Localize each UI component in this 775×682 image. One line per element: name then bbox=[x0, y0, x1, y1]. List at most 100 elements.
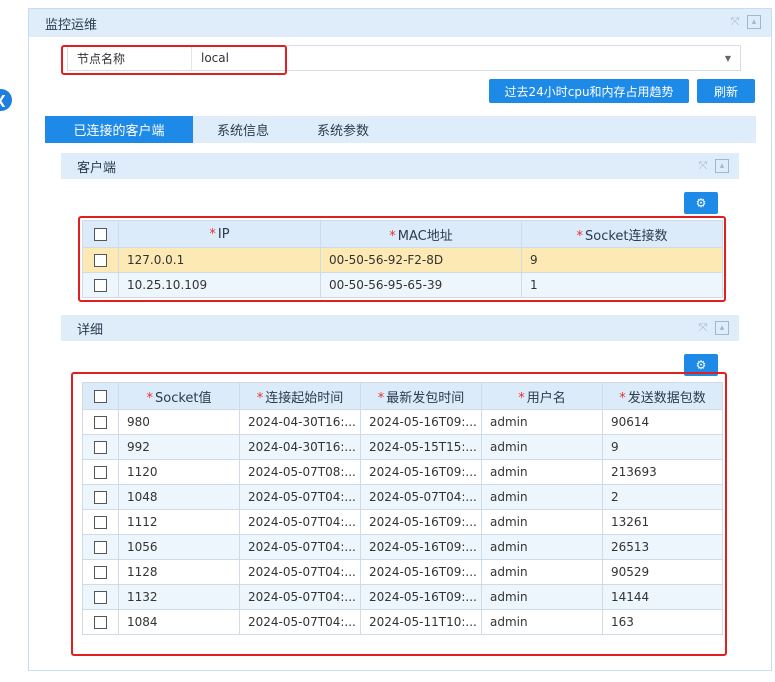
chevron-down-icon[interactable]: ▼ bbox=[716, 54, 740, 63]
socket-value-cell: 1048 bbox=[118, 484, 240, 510]
table-row[interactable]: 1128 2024-05-07T04:... 2024-05-16T09:... ad… bbox=[82, 559, 723, 585]
clients-header-row: * IP * MAC地址 * Socket连接数 bbox=[82, 220, 723, 248]
packets-sent-cell: 9 bbox=[602, 434, 723, 460]
socket-value-cell: 1056 bbox=[118, 534, 240, 560]
last-packet-time-cell: 2024-05-16T09:... bbox=[360, 559, 482, 585]
username-cell: admin bbox=[481, 534, 603, 560]
gear-icon: ⚙ bbox=[695, 358, 707, 372]
row-checkbox[interactable] bbox=[94, 254, 107, 267]
details-section-header: 详细 ⤧ ▴ bbox=[61, 315, 739, 341]
minimize-icon[interactable]: ▴ bbox=[715, 321, 729, 335]
select-all-checkbox-cell[interactable] bbox=[82, 382, 119, 410]
details-table: * Socket值 * 连接起始时间 * 最新发包时间 * 用户名 * 发送数据包数 98… bbox=[82, 382, 723, 635]
select-all-checkbox[interactable] bbox=[94, 227, 107, 241]
row-checkbox[interactable] bbox=[94, 491, 107, 504]
node-name-input[interactable]: local bbox=[192, 46, 716, 70]
socket-count-cell: 9 bbox=[521, 247, 723, 273]
clients-section-title: 客户端 bbox=[77, 160, 117, 176]
row-checkbox[interactable] bbox=[94, 466, 107, 479]
last-packet-time-cell: 2024-05-15T15:... bbox=[360, 434, 482, 460]
socket-value-cell: 1084 bbox=[118, 609, 240, 635]
tab-bar: 已连接的客户端 系统信息 系统参数 bbox=[45, 116, 756, 143]
table-row[interactable]: 1084 2024-05-07T04:... 2024-05-11T10:... ad… bbox=[82, 609, 723, 635]
socket-value-cell: 992 bbox=[118, 434, 240, 460]
table-row[interactable]: 1048 2024-05-07T04:... 2024-05-07T04:... ad… bbox=[82, 484, 723, 510]
column-header-socket-count[interactable]: * Socket连接数 bbox=[521, 220, 723, 248]
last-packet-time-cell: 2024-05-16T09:... bbox=[360, 459, 482, 485]
mac-cell: 00-50-56-92-F2-8D bbox=[320, 247, 522, 273]
column-header-last-packet-time[interactable]: * 最新发包时间 bbox=[360, 382, 482, 410]
monitor-panel: 监控运维 ⤧ ▴ 节点名称 local ▼ 过去24小时cpu和内存占用趋势 刷… bbox=[28, 8, 772, 671]
column-header-socket-value[interactable]: * Socket值 bbox=[118, 382, 240, 410]
tab-system-info[interactable]: 系统信息 bbox=[193, 116, 293, 143]
start-time-cell: 2024-05-07T04:... bbox=[239, 609, 361, 635]
username-cell: admin bbox=[481, 584, 603, 610]
start-time-cell: 2024-05-07T04:... bbox=[239, 484, 361, 510]
username-cell: admin bbox=[481, 509, 603, 535]
row-checkbox[interactable] bbox=[94, 566, 107, 579]
sidebar-collapse-button[interactable]: ❮ bbox=[0, 89, 12, 111]
refresh-button[interactable]: 刷新 bbox=[697, 79, 755, 103]
row-checkbox[interactable] bbox=[94, 616, 107, 629]
username-cell: admin bbox=[481, 459, 603, 485]
packets-sent-cell: 14144 bbox=[602, 584, 723, 610]
last-packet-time-cell: 2024-05-16T09:... bbox=[360, 584, 482, 610]
expand-icon[interactable]: ⤧ bbox=[728, 15, 742, 29]
start-time-cell: 2024-04-30T16:... bbox=[239, 434, 361, 460]
clients-section-header: 客户端 ⤧ ▴ bbox=[61, 153, 739, 179]
ip-cell: 127.0.0.1 bbox=[118, 247, 321, 273]
table-row[interactable]: 1120 2024-05-07T08:... 2024-05-16T09:... ad… bbox=[82, 459, 723, 485]
column-header-packets-sent[interactable]: * 发送数据包数 bbox=[602, 382, 723, 410]
ip-cell: 10.25.10.109 bbox=[118, 272, 321, 298]
row-checkbox[interactable] bbox=[94, 591, 107, 604]
packets-sent-cell: 2 bbox=[602, 484, 723, 510]
details-header-row: * Socket值 * 连接起始时间 * 最新发包时间 * 用户名 * 发送数据包数 bbox=[82, 382, 723, 410]
table-row[interactable]: 10.25.10.109 00-50-56-95-65-39 1 bbox=[82, 272, 723, 298]
start-time-cell: 2024-05-07T04:... bbox=[239, 509, 361, 535]
username-cell: admin bbox=[481, 409, 603, 435]
table-row[interactable]: 1112 2024-05-07T04:... 2024-05-16T09:... ad… bbox=[82, 509, 723, 535]
last-packet-time-cell: 2024-05-16T09:... bbox=[360, 534, 482, 560]
row-checkbox[interactable] bbox=[94, 516, 107, 529]
start-time-cell: 2024-04-30T16:... bbox=[239, 409, 361, 435]
table-row[interactable]: 1132 2024-05-07T04:... 2024-05-16T09:... ad… bbox=[82, 584, 723, 610]
column-header-mac[interactable]: * MAC地址 bbox=[320, 220, 522, 248]
socket-value-cell: 1120 bbox=[118, 459, 240, 485]
expand-icon[interactable]: ⤧ bbox=[696, 321, 710, 335]
expand-icon[interactable]: ⤧ bbox=[696, 159, 710, 173]
column-header-start-time[interactable]: * 连接起始时间 bbox=[239, 382, 361, 410]
clients-settings-button[interactable]: ⚙ bbox=[684, 192, 718, 214]
details-section-title: 详细 bbox=[77, 322, 104, 338]
trend-button[interactable]: 过去24小时cpu和内存占用趋势 bbox=[489, 79, 689, 103]
table-row[interactable]: 127.0.0.1 00-50-56-92-F2-8D 9 bbox=[82, 247, 723, 273]
socket-value-cell: 1132 bbox=[118, 584, 240, 610]
packets-sent-cell: 213693 bbox=[602, 459, 723, 485]
table-row[interactable]: 1056 2024-05-07T04:... 2024-05-16T09:... ad… bbox=[82, 534, 723, 560]
panel-header: 监控运维 ⤧ ▴ bbox=[29, 9, 771, 37]
tab-connected-clients[interactable]: 已连接的客户端 bbox=[45, 116, 193, 143]
minimize-icon[interactable]: ▴ bbox=[747, 15, 761, 29]
packets-sent-cell: 163 bbox=[602, 609, 723, 635]
tab-system-params[interactable]: 系统参数 bbox=[293, 116, 393, 143]
details-settings-button[interactable]: ⚙ bbox=[684, 354, 718, 376]
start-time-cell: 2024-05-07T04:... bbox=[239, 534, 361, 560]
row-checkbox[interactable] bbox=[94, 279, 107, 292]
column-header-ip[interactable]: * IP bbox=[118, 220, 321, 248]
start-time-cell: 2024-05-07T04:... bbox=[239, 584, 361, 610]
chevron-left-icon: ❮ bbox=[0, 93, 7, 107]
node-selector[interactable]: 节点名称 local ▼ bbox=[67, 45, 741, 71]
packets-sent-cell: 13261 bbox=[602, 509, 723, 535]
row-checkbox[interactable] bbox=[94, 541, 107, 554]
gear-icon: ⚙ bbox=[695, 196, 707, 210]
select-all-checkbox-cell[interactable] bbox=[82, 220, 119, 248]
table-row[interactable]: 992 2024-04-30T16:... 2024-05-15T15:... adm… bbox=[82, 434, 723, 460]
column-header-username[interactable]: * 用户名 bbox=[481, 382, 603, 410]
minimize-icon[interactable]: ▴ bbox=[715, 159, 729, 173]
last-packet-time-cell: 2024-05-11T10:... bbox=[360, 609, 482, 635]
panel-title: 监控运维 bbox=[45, 17, 98, 33]
row-checkbox[interactable] bbox=[94, 441, 107, 454]
select-all-checkbox[interactable] bbox=[94, 389, 107, 403]
packets-sent-cell: 90529 bbox=[602, 559, 723, 585]
row-checkbox[interactable] bbox=[94, 416, 107, 429]
table-row[interactable]: 980 2024-04-30T16:... 2024-05-16T09:... adm… bbox=[82, 409, 723, 435]
